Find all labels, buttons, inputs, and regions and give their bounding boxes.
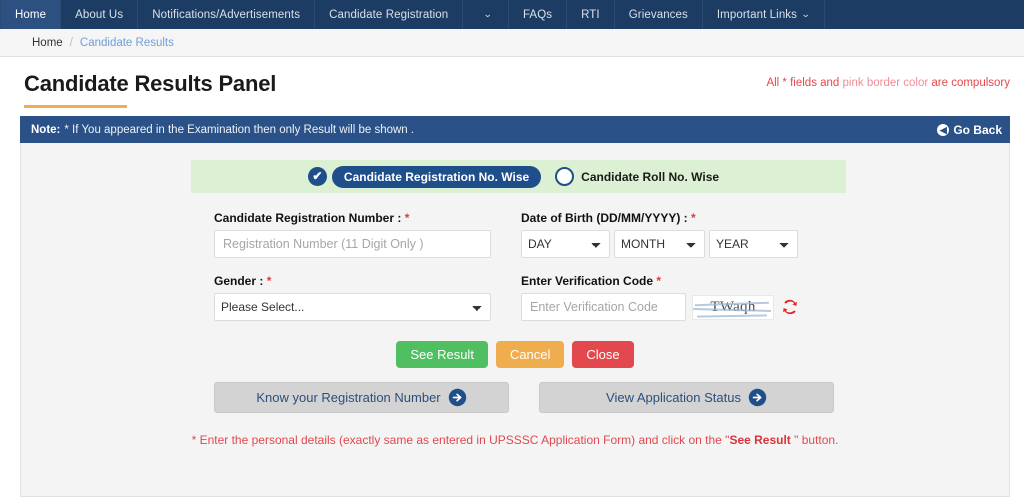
radio-label-roll-no-wise: Candidate Roll No. Wise xyxy=(581,169,720,184)
nav-item-about-us[interactable]: About Us xyxy=(61,0,139,29)
registration-number-input[interactable] xyxy=(214,230,491,258)
nav-item-label: Important Links xyxy=(716,8,798,21)
radio-checked-icon: ✔ xyxy=(307,167,327,186)
know-your-registration-number-button[interactable]: Know your Registration Number xyxy=(214,382,509,413)
form-row-one: Candidate Registration Number : * Date o… xyxy=(214,211,846,258)
secondary-links-row: Know your Registration Number View Appli… xyxy=(214,382,846,413)
verification-code-label: Enter Verification Code * xyxy=(521,274,798,288)
radio-option-roll-no-wise[interactable]: Candidate Roll No. Wise xyxy=(555,167,729,186)
nav-item-label: Grievances xyxy=(628,8,688,21)
verification-code-row: TWaqh xyxy=(521,293,798,321)
know-your-registration-number-label: Know your Registration Number xyxy=(256,390,441,405)
nav-item-home[interactable]: Home xyxy=(0,0,62,29)
required-asterisk: * xyxy=(691,211,696,225)
chevron-down-icon: ⌄ xyxy=(483,9,493,19)
nav-item-candidate-registration[interactable]: Candidate Registration xyxy=(315,0,464,29)
radio-option-registration-no-wise[interactable]: ✔ Candidate Registration No. Wise xyxy=(307,165,542,188)
form-instruction-note: * Enter the personal details (exactly sa… xyxy=(21,433,1009,447)
see-result-button[interactable]: See Result xyxy=(396,341,488,368)
radio-unchecked-icon xyxy=(555,167,575,186)
nav-item-rti[interactable]: RTI xyxy=(567,0,615,29)
nav-item-label: FAQs xyxy=(522,8,553,21)
nav-item-label: Notifications/Advertisements xyxy=(152,8,301,21)
compulsory-fields-note: All * fields and pink border color are c… xyxy=(766,77,1010,89)
radio-label-registration-no-wise: Candidate Registration No. Wise xyxy=(331,165,542,188)
nav-filler xyxy=(825,0,1024,29)
page-header: Candidate Results Panel All * fields and… xyxy=(0,57,1024,113)
gender-select[interactable]: Please Select... xyxy=(214,293,491,321)
dob-month-select[interactable]: MONTH xyxy=(614,230,705,258)
instruction-suffix: " button. xyxy=(790,433,839,447)
search-mode-selector: ✔ Candidate Registration No. Wise Candid… xyxy=(191,160,846,193)
instruction-prefix: * Enter the personal details (exactly sa… xyxy=(191,433,730,447)
close-button[interactable]: Close xyxy=(572,341,634,368)
candidate-results-panel: ✔ Candidate Registration No. Wise Candid… xyxy=(20,143,1010,497)
dob-year-select[interactable]: YEAR xyxy=(709,230,799,258)
registration-number-label: Candidate Registration Number : * xyxy=(214,211,491,225)
field-group-gender: Gender : * Please Select... xyxy=(214,274,491,321)
arrow-right-circle-icon xyxy=(448,388,466,407)
refresh-captcha-icon[interactable] xyxy=(780,297,800,317)
nav-item-grievances[interactable]: Grievances xyxy=(615,0,703,29)
go-back-label: Go Back xyxy=(953,122,1002,137)
gender-label-text: Gender : xyxy=(214,274,267,288)
nav-item-label: Home xyxy=(15,8,47,21)
required-asterisk: * xyxy=(656,274,662,288)
note-text: * If You appeared in the Examination the… xyxy=(64,123,415,136)
note-label: Note: xyxy=(31,123,61,136)
instruction-emphasis: See Result xyxy=(729,433,791,447)
view-application-status-label: View Application Status xyxy=(606,390,741,405)
required-asterisk: * xyxy=(266,274,272,288)
view-application-status-button[interactable]: View Application Status xyxy=(539,382,834,413)
verification-code-input[interactable] xyxy=(521,293,686,321)
nav-item-label: RTI xyxy=(581,8,600,21)
nav-item-important-links[interactable]: Important Links ⌄ xyxy=(703,0,825,29)
nav-item-dropdown-toggle[interactable]: ⌄ xyxy=(463,0,509,29)
date-of-birth-selects: DAY MONTH YEAR xyxy=(521,230,799,258)
date-of-birth-label-text: Date of Birth (DD/MM/YYYY) : xyxy=(521,211,691,225)
compulsory-pink-text: pink border color xyxy=(842,77,929,89)
nav-item-label: Candidate Registration xyxy=(329,8,449,21)
title-underline-rule xyxy=(24,105,127,108)
compulsory-prefix: All * fields and xyxy=(766,77,843,89)
action-buttons: See Result Cancel Close xyxy=(21,341,1009,368)
required-asterisk: * xyxy=(404,211,410,225)
breadcrumb-home-link[interactable]: Home xyxy=(32,37,63,49)
go-back-button[interactable]: ◀ Go Back xyxy=(937,123,1002,137)
back-arrow-icon: ◀ xyxy=(937,123,950,136)
gender-label: Gender : * xyxy=(214,274,491,288)
results-form: Candidate Registration Number : * Date o… xyxy=(214,211,846,337)
arrow-right-circle-icon xyxy=(748,388,767,407)
breadcrumb-current[interactable]: Candidate Results xyxy=(80,37,174,49)
note-bar: Note: * If You appeared in the Examinati… xyxy=(20,116,1010,143)
field-group-date-of-birth: Date of Birth (DD/MM/YYYY) : * DAY MONTH… xyxy=(521,211,799,258)
top-navigation-bar: Home About Us Notifications/Advertisemen… xyxy=(0,0,1024,29)
breadcrumb-separator: / xyxy=(69,36,73,49)
verification-code-label-text: Enter Verification Code xyxy=(521,274,657,288)
captcha-image: TWaqh xyxy=(692,294,774,320)
nav-item-label: About Us xyxy=(75,8,124,21)
cancel-button[interactable]: Cancel xyxy=(495,341,565,368)
nav-item-faqs[interactable]: FAQs xyxy=(509,0,568,29)
field-group-registration-number: Candidate Registration Number : * xyxy=(214,211,491,258)
form-row-two: Gender : * Please Select... Enter Verifi… xyxy=(214,274,846,321)
dob-day-select[interactable]: DAY xyxy=(521,230,611,258)
field-group-verification-code: Enter Verification Code * TWaqh xyxy=(521,274,798,321)
registration-number-label-text: Candidate Registration Number : xyxy=(214,211,405,225)
breadcrumb: Home / Candidate Results xyxy=(0,29,1024,57)
compulsory-suffix: are compulsory xyxy=(928,77,1010,89)
page-title: Candidate Results Panel xyxy=(24,71,277,96)
date-of-birth-label: Date of Birth (DD/MM/YYYY) : * xyxy=(521,211,798,225)
nav-item-notifications-advertisements[interactable]: Notifications/Advertisements xyxy=(138,0,316,29)
chevron-down-icon: ⌄ xyxy=(801,9,811,19)
